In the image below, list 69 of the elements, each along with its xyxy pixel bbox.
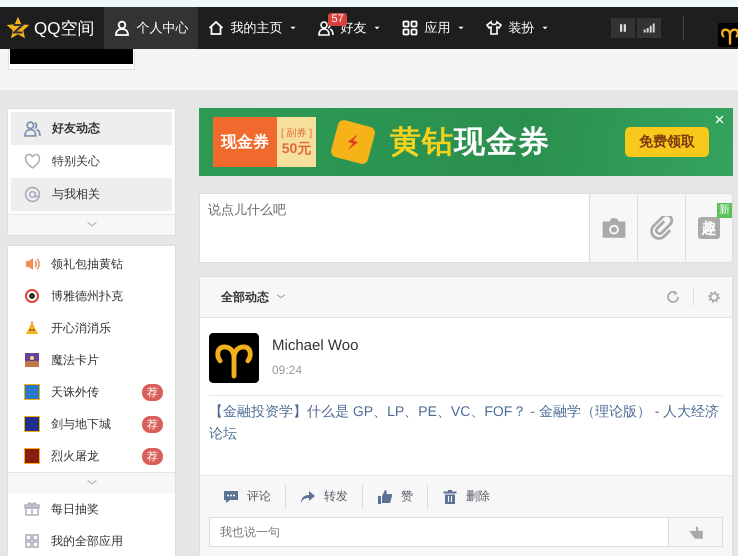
stats-button[interactable] [637, 18, 661, 38]
reply-input-field[interactable]: 我也说一句 [209, 517, 668, 547]
post-action-button[interactable]: 赞 [362, 484, 427, 509]
share-arrow-icon [300, 488, 316, 504]
nav-tab[interactable]: 装扮 [476, 7, 560, 49]
expand-button[interactable] [8, 472, 175, 493]
poker-chip-icon [24, 288, 40, 304]
sidebar-item[interactable]: 特别关心 [11, 145, 172, 178]
expand-button[interactable] [8, 214, 175, 235]
person-icon [114, 20, 130, 36]
coupon-subtitle: [ 副券 ] [281, 128, 312, 140]
link-icon [650, 216, 674, 240]
status-input-field[interactable]: 说点儿什么吧 [199, 193, 589, 263]
post-time: 09:24 [272, 363, 304, 377]
send-button[interactable] [668, 517, 723, 547]
app-link[interactable]: 烈火屠龙 [51, 448, 131, 464]
app-link[interactable]: 领礼包抽黄钻 [51, 256, 172, 272]
pause-button[interactable] [611, 18, 635, 38]
app-link[interactable]: 博雅德州扑克 [51, 288, 172, 304]
app-link[interactable]: 魔法卡片 [51, 352, 172, 368]
coupon-amount: 50元 [282, 140, 312, 156]
post-link[interactable]: 【金融投资学】什么是 GP、LP、PE、VC、FOF？ - 金融学（理论版） - 人大经济论坛 [209, 396, 723, 475]
app-link[interactable]: 开心消消乐 [51, 320, 172, 336]
feed-filter-dropdown[interactable]: 全部动态 [221, 288, 287, 306]
claim-button[interactable]: 免费领取 [625, 127, 709, 157]
star-logo-icon [6, 16, 30, 40]
app-link[interactable]: 剑与地下城 [51, 416, 131, 432]
post-action-button[interactable]: 评论 [209, 484, 285, 509]
app-link[interactable]: 天诛外传 [51, 384, 131, 400]
speaker-icon [24, 256, 40, 272]
app-link[interactable]: 每日抽奖 [51, 500, 172, 518]
refresh-icon[interactable] [665, 289, 681, 305]
recommend-badge: 荐 [142, 448, 163, 464]
nav-tab[interactable]: 我的主页 [198, 7, 308, 49]
post-action-button[interactable]: 删除 [427, 484, 504, 509]
author-name[interactable]: Michael Woo [272, 337, 358, 354]
notification-badge: 57 [328, 13, 347, 26]
link-button[interactable] [637, 193, 685, 263]
banner-headline: 黄钻现金券 [390, 123, 550, 161]
trash-icon [442, 488, 458, 504]
app-link[interactable]: 我的全部应用 [51, 532, 172, 550]
home-icon [208, 20, 224, 36]
heart-icon [24, 153, 41, 170]
thumbs-up-icon [377, 488, 393, 504]
sidebar-item[interactable]: 好友动态 [11, 112, 172, 145]
aries-symbol-avatar[interactable] [209, 333, 259, 383]
pause-icon [617, 22, 629, 34]
grid-icon [402, 20, 418, 36]
site-logo[interactable]: QQ空间 [0, 7, 104, 49]
photo-button[interactable] [589, 193, 637, 263]
at-sign-icon [24, 186, 41, 203]
post-action-button[interactable]: 转发 [285, 484, 362, 509]
shirt-icon [486, 20, 502, 36]
nav-tab[interactable]: 应用 [392, 7, 476, 49]
aries-symbol-avatar[interactable] [718, 23, 738, 47]
nav-tab[interactable]: 个人中心 [104, 7, 198, 49]
speech-bubble-icon [223, 488, 239, 504]
bar-chart-icon [643, 22, 655, 34]
close-icon[interactable] [714, 114, 725, 125]
gift-icon [24, 501, 40, 517]
new-badge: 新 [717, 203, 732, 218]
sidebar-item[interactable]: 与我相关 [11, 178, 172, 211]
settings-icon[interactable] [706, 289, 722, 305]
card-icon [24, 352, 40, 368]
people-icon [24, 120, 41, 137]
recommend-badge: 荐 [142, 384, 163, 400]
coupon-label: 现金券 [213, 117, 277, 167]
recommend-badge: 荐 [142, 416, 163, 432]
grid-icon [24, 533, 40, 549]
